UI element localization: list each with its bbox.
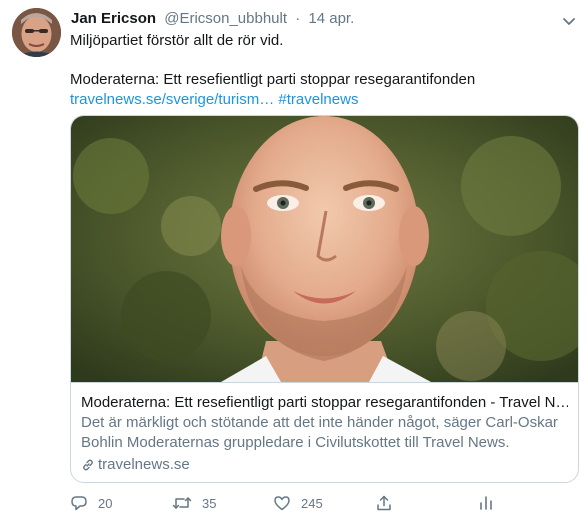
card-description: Det är märkligt och stötande att det int… (81, 413, 568, 453)
separator-dot: · (295, 10, 301, 27)
analytics-icon (480, 496, 492, 510)
retweet-count: 35 (202, 495, 217, 511)
reply-icon (71, 496, 87, 511)
card-description-line: Bohlin Moderaternas gruppledare i Civilu… (81, 434, 510, 451)
reply-count: 20 (98, 495, 113, 511)
tweet-date[interactable]: 14 apr. (308, 10, 354, 27)
tweet-text: Miljöpartiet förstör allt de rör vid. Mo… (70, 31, 575, 110)
tweet-link[interactable]: travelnews.se/sverige/turism… (70, 91, 274, 108)
card-title[interactable]: Moderaterna: Ett resefientligt parti sto… (81, 393, 568, 412)
tweet-actions: 20 35 245 (70, 492, 570, 514)
retweet-icon (172, 497, 192, 509)
tweet-text-line: Miljöpartiet förstör allt de rör vid. (70, 32, 284, 49)
like-count: 245 (301, 495, 323, 511)
link-card[interactable]: Moderaterna: Ett resefientligt parti sto… (70, 115, 579, 483)
heart-icon (274, 496, 290, 511)
hashtag-link[interactable]: #travelnews (278, 91, 358, 108)
card-image[interactable] (71, 116, 578, 382)
chevron-down-icon[interactable] (562, 14, 576, 25)
link-icon (83, 459, 93, 471)
retweet-button[interactable]: 35 (172, 492, 216, 514)
like-button[interactable]: 245 (273, 492, 323, 514)
tweet[interactable]: Jan Ericson @Ericson_ubbhult · 14 apr. M… (0, 0, 588, 520)
card-domain-text: travelnews.se (98, 456, 190, 473)
card-description-line: Det är märkligt och stötande att det int… (81, 414, 558, 431)
tweet-text-line: Moderaterna: Ett resefientligt parti sto… (70, 71, 476, 88)
reply-button[interactable]: 20 (70, 492, 112, 514)
user-handle[interactable]: @Ericson_ubbhult (164, 10, 287, 27)
avatar[interactable] (12, 8, 61, 57)
display-name[interactable]: Jan Ericson (71, 10, 156, 27)
analytics-button[interactable] (477, 492, 505, 514)
tweet-header: Jan Ericson @Ericson_ubbhult · 14 apr. (71, 9, 354, 29)
share-button[interactable] (375, 492, 403, 514)
card-body[interactable]: Moderaterna: Ett resefientligt parti sto… (71, 382, 578, 482)
card-domain[interactable]: travelnews.se (81, 455, 568, 475)
share-icon (377, 495, 391, 511)
